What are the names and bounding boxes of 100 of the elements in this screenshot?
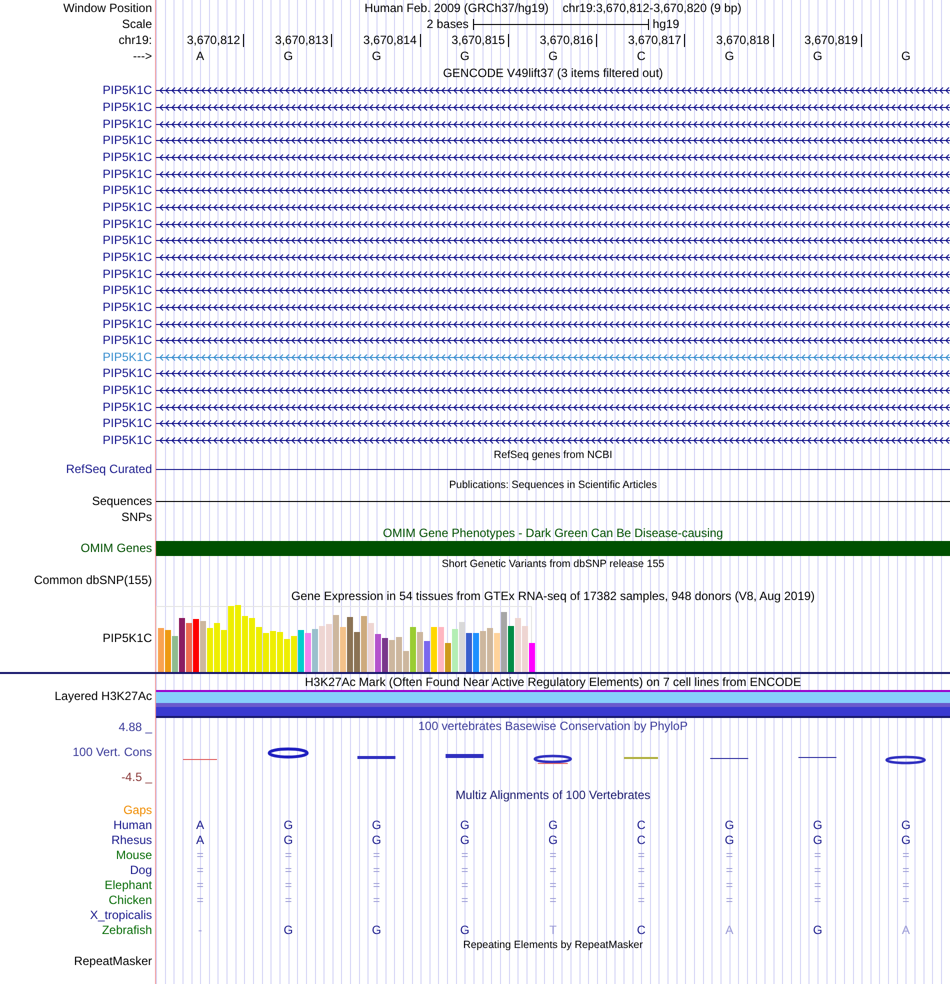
species-label: Human [113, 818, 152, 832]
ruler-tick-label: 3,670,818 [716, 34, 774, 46]
gene-label[interactable]: PIP5K1C [102, 116, 152, 131]
row-label: chr19: [118, 33, 152, 47]
species-label: Chicken [108, 892, 152, 907]
alignment-base: G [459, 818, 470, 832]
alignment-base: = [636, 848, 646, 862]
gene-label[interactable]: PIP5K1C [102, 400, 152, 414]
alignment-base: = [636, 892, 646, 907]
track-title: Multiz Alignments of 100 Vertebrates [456, 788, 650, 802]
row-label: ---> [133, 49, 152, 63]
axis-min-label: -4.5 _ [121, 770, 152, 784]
alignment-base: - [197, 922, 204, 937]
alignment-base: = [284, 892, 293, 907]
track-label: PIP5K1C [102, 631, 152, 646]
alignment-base: G [724, 832, 736, 847]
alignment-base: = [548, 848, 558, 862]
alignment-base: = [636, 862, 646, 877]
alignment-base: = [196, 892, 205, 907]
gene-label[interactable]: PIP5K1C [102, 333, 152, 348]
alignment-base: = [724, 862, 734, 877]
axis-max-label: 4.88 _ [118, 720, 152, 734]
alignment-base: G [812, 832, 824, 847]
alignment-base: = [196, 848, 205, 862]
track-title: Publications: Sequences in Scientific Articles [449, 479, 657, 492]
track-label: RefSeq Curated [66, 462, 152, 476]
alignment-base: A [195, 832, 206, 847]
alignment-base: = [724, 848, 734, 862]
track-title: Gene Expression in 54 tissues from GTEx RNA-seq of 17382 samples, 948 donors (V8, Aug 2019) [291, 589, 815, 604]
alignment-base: G [547, 818, 559, 832]
alignment-base: = [548, 892, 558, 907]
track-label: RepeatMasker [74, 954, 152, 968]
sequence-base: A [195, 49, 206, 63]
track-title: OMIM Gene Phenotypes - Dark Green Can Be Disease-causing [382, 526, 724, 540]
alignment-base: = [460, 848, 470, 862]
track-title: GENCODE V49lift37 (3 items filtered out) [442, 66, 664, 80]
alignment-base: G [370, 832, 382, 847]
gene-label[interactable]: PIP5K1C [102, 100, 152, 114]
track-label: OMIM Genes [80, 541, 152, 556]
species-label: Dog [130, 862, 152, 877]
alignment-base: = [901, 892, 910, 907]
scale-length: 2 bases [426, 17, 469, 31]
sequence-base: G [370, 49, 382, 63]
gene-label[interactable]: PIP5K1C [102, 383, 152, 398]
assembly-title: Human Feb. 2009 (GRCh37/hg19) [364, 1, 549, 15]
gene-label[interactable]: PIP5K1C [102, 266, 152, 281]
alignment-base: = [813, 892, 822, 907]
gene-label[interactable]: PIP5K1C [102, 233, 152, 248]
alignment-base: = [460, 892, 470, 907]
sequence-base: G [724, 49, 736, 63]
alignment-base: = [372, 862, 382, 877]
sequence-base: C [636, 49, 647, 63]
alignment-base: G [900, 832, 912, 847]
gene-label[interactable]: PIP5K1C [102, 166, 152, 181]
gene-label[interactable]: PIP5K1C [102, 300, 152, 314]
alignment-base: C [636, 832, 647, 847]
sequence-base: G [459, 49, 470, 63]
alignment-base: T [548, 922, 558, 937]
alignment-base: G [459, 922, 470, 937]
track-label: Sequences [92, 494, 152, 508]
gene-label[interactable]: PIP5K1C [102, 200, 152, 214]
alignment-base: = [901, 878, 910, 892]
alignment-base: G [812, 922, 824, 937]
ruler-tick-label: 3,670,817 [628, 34, 686, 46]
gene-label[interactable]: PIP5K1C [102, 83, 152, 98]
alignment-base: G [724, 818, 736, 832]
alignment-base: = [813, 878, 822, 892]
alignment-base: = [636, 878, 646, 892]
gene-label[interactable]: PIP5K1C [102, 316, 152, 331]
alignment-base: = [196, 878, 205, 892]
gene-label[interactable]: PIP5K1C [102, 150, 152, 164]
gene-label[interactable]: PIP5K1C [102, 250, 152, 264]
track-title: RefSeq genes from NCBI [494, 448, 612, 461]
alignment-base: G [459, 832, 470, 847]
alignment-base: G [812, 818, 824, 832]
alignment-base: A [900, 922, 911, 937]
alignment-base: = [813, 848, 822, 862]
track-label: Layered H3K27Ac [54, 689, 152, 704]
alignment-base: = [460, 862, 470, 877]
row-label: Window Position [63, 1, 152, 15]
gene-label[interactable]: PIP5K1C [102, 433, 152, 448]
track-title: 100 vertebrates Basewise Conservation by PhyloP [418, 719, 688, 734]
species-label: Rhesus [111, 832, 152, 847]
alignment-base: A [195, 818, 206, 832]
gene-label[interactable]: PIP5K1C [102, 216, 152, 231]
gene-label[interactable]: PIP5K1C [102, 283, 152, 298]
gene-label[interactable]: PIP5K1C [102, 183, 152, 198]
alignment-base: = [372, 892, 382, 907]
gene-label[interactable]: PIP5K1C [102, 133, 152, 148]
gene-label[interactable]: PIP5K1C [102, 416, 152, 430]
alignment-base: = [901, 848, 910, 862]
species-label: Mouse [116, 848, 152, 862]
gene-label[interactable]: PIP5K1C [102, 366, 152, 380]
alignment-base: G [900, 818, 912, 832]
alignment-base: = [901, 862, 910, 877]
alignment-base: = [460, 878, 470, 892]
ruler-tick-label: 3,670,816 [540, 34, 598, 46]
alignment-base: C [636, 818, 647, 832]
scale-assembly: hg19 [652, 17, 680, 31]
species-label: Gaps [123, 802, 152, 817]
